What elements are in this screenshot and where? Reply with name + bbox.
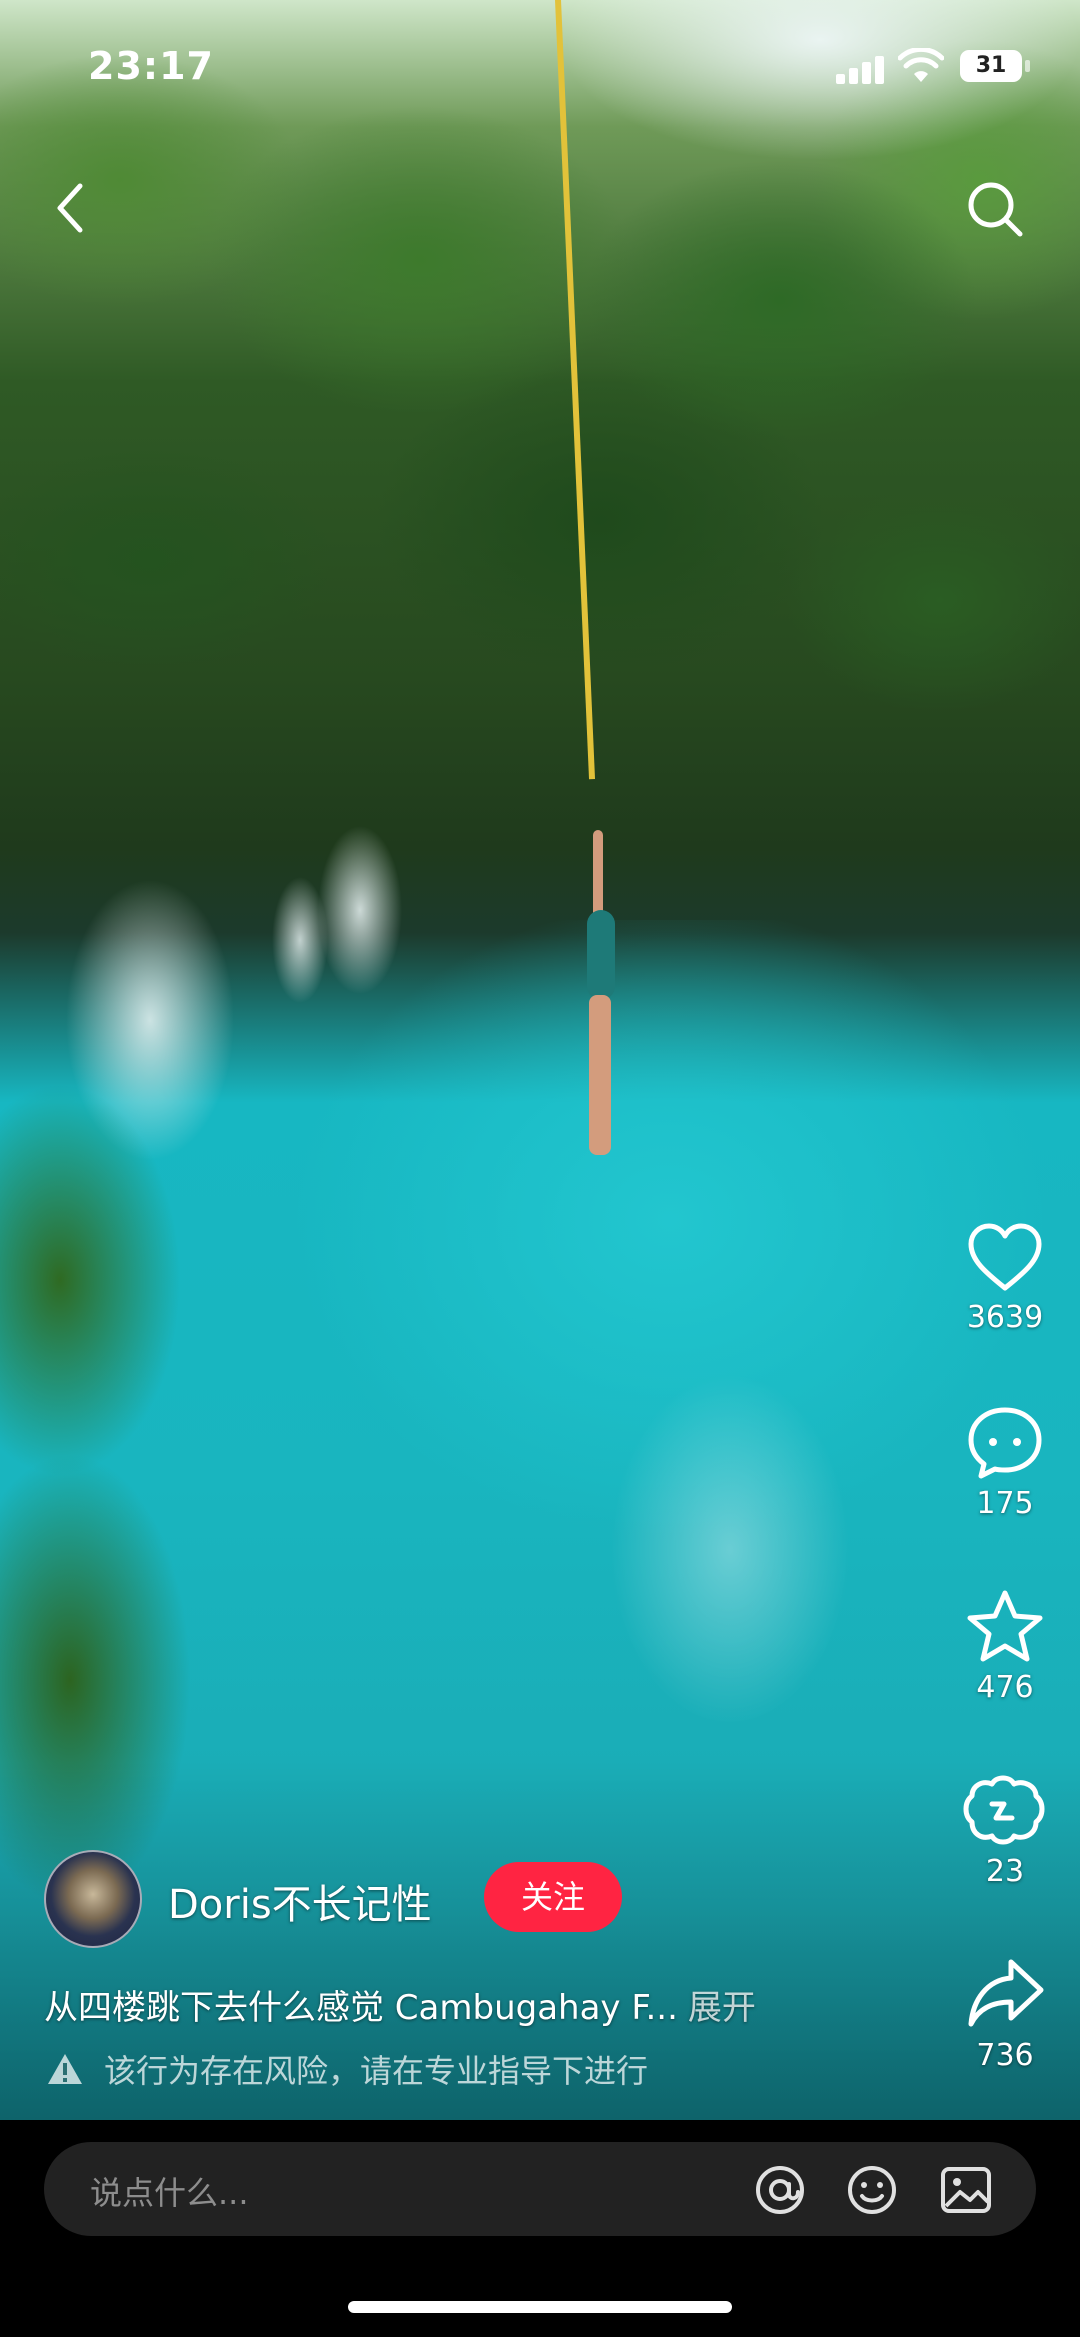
comment-input-placeholder[interactable]: 说点什么... bbox=[90, 2168, 249, 2214]
post-caption[interactable]: 从四楼跳下去什么感觉 Cambugahay F... 展开 bbox=[44, 1980, 756, 2029]
back-icon[interactable] bbox=[48, 178, 92, 238]
status-time: 23:17 bbox=[88, 44, 214, 88]
star-icon bbox=[967, 1590, 1043, 1662]
special-share-icon bbox=[963, 1775, 1045, 1845]
share-icon bbox=[968, 1959, 1044, 2027]
avatar[interactable] bbox=[44, 1850, 142, 1948]
battery-indicator: 31 bbox=[960, 50, 1022, 82]
emoji-icon[interactable] bbox=[844, 2162, 900, 2218]
share-button[interactable]: 736 bbox=[950, 1956, 1060, 2073]
at-icon[interactable] bbox=[752, 2162, 808, 2218]
video-frame[interactable] bbox=[0, 0, 1080, 2120]
special-share-count: 23 bbox=[985, 1854, 1025, 1889]
comment-bar[interactable]: 说点什么... bbox=[44, 2142, 1036, 2236]
comment-icon bbox=[968, 1407, 1042, 1479]
expand-link[interactable]: 展开 bbox=[688, 1988, 756, 2028]
wifi-icon bbox=[898, 48, 944, 82]
warning-text: 该行为存在风险，请在专业指导下进行 bbox=[104, 2052, 649, 2090]
comment-count: 175 bbox=[976, 1486, 1034, 1521]
share-count: 736 bbox=[976, 2038, 1034, 2073]
image-icon[interactable] bbox=[938, 2162, 994, 2218]
sun-glare bbox=[560, 1300, 900, 1800]
comment-button[interactable]: 175 bbox=[950, 1404, 1060, 1521]
heart-icon bbox=[968, 1223, 1042, 1291]
special-share-button[interactable]: 23 bbox=[950, 1772, 1060, 1889]
home-indicator[interactable] bbox=[348, 2301, 732, 2313]
search-icon[interactable] bbox=[962, 176, 1028, 242]
follow-button[interactable]: 关注 bbox=[484, 1862, 622, 1932]
warning-icon bbox=[48, 2054, 82, 2084]
favorite-count: 476 bbox=[976, 1670, 1034, 1705]
jumper bbox=[575, 830, 625, 1160]
like-count: 3639 bbox=[966, 1300, 1044, 1335]
author-name[interactable]: Doris不长记性 bbox=[168, 1872, 432, 1930]
like-button[interactable]: 3639 bbox=[950, 1222, 1060, 1335]
battery-tip bbox=[1025, 60, 1030, 72]
caption-text: 从四楼跳下去什么感觉 Cambugahay F... bbox=[44, 1988, 678, 2028]
favorite-button[interactable]: 476 bbox=[950, 1588, 1060, 1705]
signal-icon bbox=[836, 56, 886, 84]
risk-warning: 该行为存在风险，请在专业指导下进行 bbox=[46, 2046, 648, 2092]
